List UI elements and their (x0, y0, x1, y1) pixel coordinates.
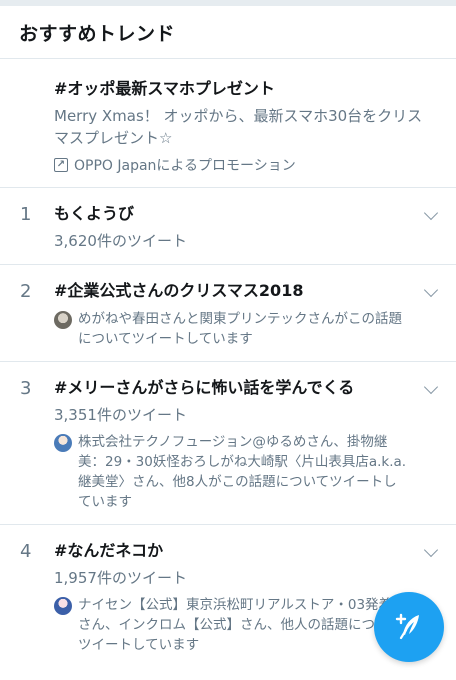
trend-name[interactable]: #企業公式さんのクリスマス2018 (54, 279, 416, 303)
trend-rank: 3 (20, 378, 32, 399)
page-title: おすすめトレンド (19, 22, 176, 45)
tweet-count: 1,957件のツイート (54, 569, 187, 587)
trend-context-text: 株式会社テクノフュージョン@ゆるめさん、掛物継美：29・30妖怪おろしがね大崎駅… (78, 434, 407, 510)
trend-context-text: めがねや春田さんと関東プリンテックさんがこの話題についてツイートしています (78, 311, 402, 347)
compose-tweet-icon (395, 613, 419, 640)
avatar (54, 434, 72, 452)
trend-context: ナイセン【公式】東京浜松町リアルストア・03発着信さん、インクロム【公式】さん、… (54, 595, 416, 655)
compose-tweet-button[interactable] (374, 592, 444, 662)
trend-name[interactable]: もくようび (54, 202, 416, 226)
trend-rank: 2 (20, 281, 32, 302)
trend-rank: 1 (20, 204, 32, 225)
tweet-count: 3,620件のツイート (54, 232, 187, 250)
chevron-down-icon[interactable] (423, 542, 439, 558)
trend-rank: 4 (20, 541, 32, 562)
tweet-count: 3,351件のツイート (54, 406, 187, 424)
trend-item-1[interactable]: 1 もくようび 3,620件のツイート (0, 188, 456, 265)
chevron-down-icon[interactable] (423, 282, 439, 298)
promotion-label: ↗ OPPO Japanによるプロモーション (54, 155, 440, 175)
promotion-text: OPPO Japanによるプロモーション (74, 158, 296, 174)
trend-context: めがねや春田さんと関東プリンテックさんがこの話題についてツイートしています (54, 309, 416, 349)
trend-name[interactable]: #メリーさんがさらに怖い話を学んでくる (54, 376, 416, 400)
trend-context-text: ナイセン【公式】東京浜松町リアルストア・03発着信さん、インクロム【公式】さん、… (78, 597, 406, 653)
promoted-trend[interactable]: #オッポ最新スマホプレゼント Merry Xmas！ オッポから、最新スマホ30… (0, 59, 456, 188)
trend-name[interactable]: #なんだネコか (54, 539, 416, 563)
trend-item-3[interactable]: 3 #メリーさんがさらに怖い話を学んでくる 3,351件のツイート 株式会社テク… (0, 362, 456, 525)
header: おすすめトレンド (0, 6, 456, 59)
avatar (54, 311, 72, 329)
trend-context: 株式会社テクノフュージョン@ゆるめさん、掛物継美：29・30妖怪おろしがね大崎駅… (54, 432, 416, 512)
chevron-down-icon[interactable] (423, 379, 439, 395)
trend-item-2[interactable]: 2 #企業公式さんのクリスマス2018 めがねや春田さんと関東プリンテックさんが… (0, 265, 456, 362)
promoted-trend-description: Merry Xmas！ オッポから、最新スマホ30台をクリスマスプレゼント☆ (54, 107, 423, 147)
chevron-down-icon[interactable] (423, 205, 439, 221)
avatar (54, 597, 72, 615)
promoted-trend-name[interactable]: #オッポ最新スマホプレゼント (54, 77, 440, 101)
promoted-arrow-icon: ↗ (54, 158, 68, 172)
